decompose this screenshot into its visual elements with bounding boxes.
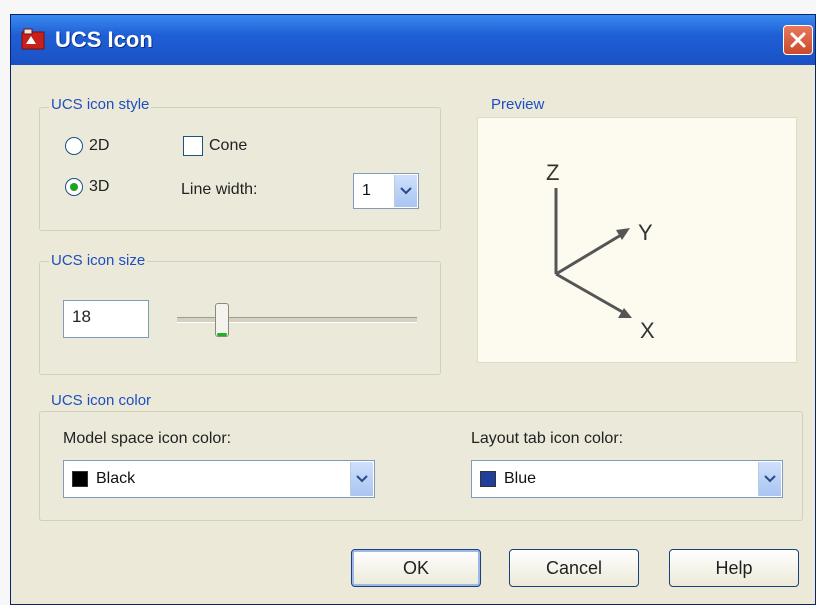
x-axis-label: X (640, 318, 655, 343)
icon-size-value: 18 (72, 307, 91, 326)
chevron-down-icon (356, 475, 368, 483)
help-button[interactable]: Help (669, 549, 799, 587)
chevron-down-icon (400, 187, 412, 195)
layout-tab-color-label: Layout tab icon color: (471, 430, 624, 447)
dialog-title: UCS Icon (55, 27, 153, 52)
close-icon (790, 32, 806, 48)
radio-3d-selected-dot (70, 183, 78, 191)
icon-style-group (39, 107, 441, 231)
model-space-color-dropdown-button[interactable] (350, 462, 373, 496)
model-space-color-value: Black (96, 470, 136, 487)
icon-size-slider-track[interactable] (177, 317, 417, 323)
ok-button[interactable]: OK (351, 549, 481, 587)
icon-color-group-title: UCS icon color (49, 392, 154, 409)
layout-tab-color-swatch (480, 471, 496, 487)
icon-style-group-title: UCS icon style (49, 96, 152, 113)
radio-3d[interactable] (65, 178, 83, 196)
cone-label: Cone (209, 137, 248, 154)
model-space-color-select[interactable]: Black (63, 460, 375, 498)
line-width-select[interactable]: 1 (353, 173, 419, 209)
model-space-color-swatch (72, 471, 88, 487)
z-axis-label: Z (546, 160, 559, 185)
close-button[interactable] (783, 25, 813, 55)
y-axis-label: Y (638, 220, 653, 245)
layout-tab-color-select[interactable]: Blue (471, 460, 783, 498)
icon-size-input[interactable]: 18 (63, 300, 149, 338)
radio-2d-label: 2D (89, 137, 110, 154)
ucs-axes-preview: Z Y X (546, 160, 655, 343)
layout-tab-color-dropdown-button[interactable] (758, 462, 781, 496)
model-space-color-label: Model space icon color: (63, 430, 232, 447)
cone-checkbox[interactable] (183, 136, 203, 156)
autocad-app-icon (21, 28, 45, 50)
radio-2d[interactable] (65, 137, 83, 155)
line-width-value: 1 (362, 182, 371, 199)
preview-panel: Z Y X (477, 117, 797, 363)
ucs-icon-dialog: UCS Icon UCS icon style 2D 3D Cone Line … (10, 14, 816, 605)
chevron-down-icon (764, 475, 776, 483)
line-width-label: Line width: (181, 181, 258, 198)
title-bar[interactable]: UCS Icon (11, 15, 815, 65)
radio-3d-label: 3D (89, 178, 110, 195)
cancel-button[interactable]: Cancel (509, 549, 639, 587)
icon-size-slider-thumb[interactable] (215, 303, 229, 337)
layout-tab-color-value: Blue (504, 470, 537, 487)
x-axis-line (555, 272, 627, 316)
line-width-dropdown-button[interactable] (394, 175, 417, 207)
preview-group-title: Preview (489, 96, 547, 113)
y-axis-line (555, 230, 627, 276)
icon-size-group-title: UCS icon size (49, 252, 148, 269)
